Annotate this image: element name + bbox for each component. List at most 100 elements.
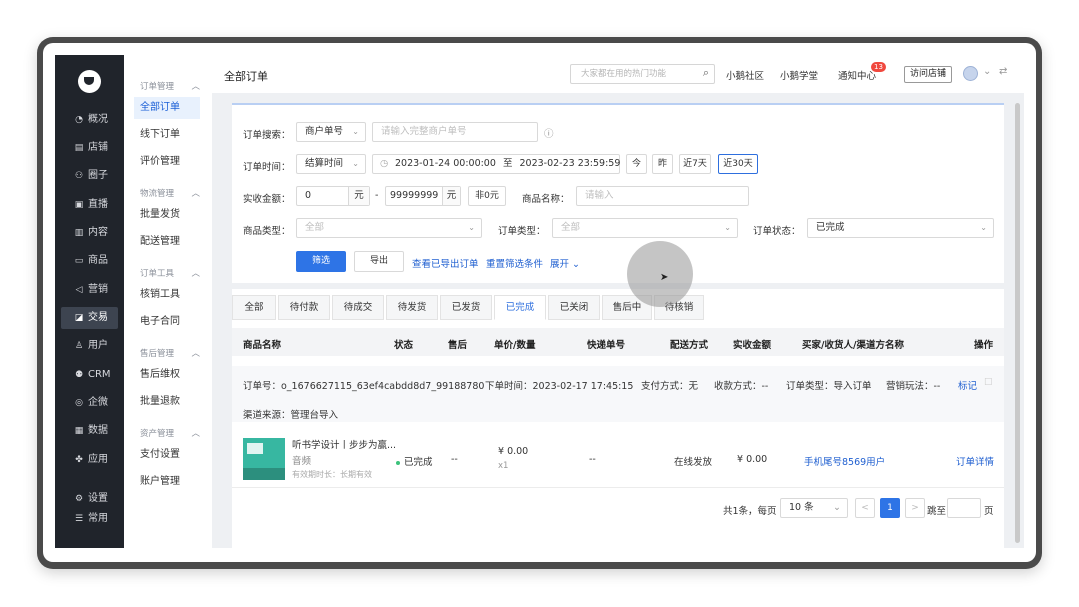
- nav-item-label: 企微: [88, 397, 108, 408]
- tab-3[interactable]: 待发货: [386, 295, 438, 320]
- subnav-item[interactable]: 批量退款: [134, 391, 200, 413]
- subnav-item[interactable]: 全部订单: [134, 97, 200, 119]
- nonzero-button[interactable]: 非0元: [468, 186, 506, 206]
- chevron-down-icon[interactable]: ⌄: [983, 66, 991, 77]
- merchant-order-input[interactable]: 请输入完整商户单号: [372, 122, 538, 142]
- page-unit-label: 页: [984, 506, 994, 517]
- page-1-button[interactable]: 1: [880, 498, 900, 518]
- subnav-item[interactable]: 评价管理: [134, 151, 200, 173]
- nav-item-circle-group[interactable]: ⚇ 圈子: [61, 165, 118, 187]
- subnav-group-title[interactable]: 资产管理 ︿: [140, 427, 200, 439]
- circle-group-icon: ⚇: [74, 171, 84, 181]
- secondary-sidebar: 订单管理 ︿ 全部订单线下订单评价管理物流管理 ︿ 批量发货配送管理订单工具 ︿ 核销工具电…: [124, 55, 213, 548]
- notification-center-link[interactable]: 通知中心: [838, 68, 876, 82]
- next-page-button[interactable]: >: [905, 498, 925, 518]
- tab-6[interactable]: 已关闭: [548, 295, 600, 320]
- order-type-select[interactable]: 全部 ⌄: [552, 218, 738, 238]
- nav-item-apps[interactable]: ✤ 应用: [61, 449, 118, 471]
- last-7-days-button[interactable]: 近7天: [679, 154, 711, 174]
- tab-2[interactable]: 待成交: [332, 295, 384, 320]
- date-range-picker[interactable]: ◷ 2023-01-24 00:00:00 至 2023-02-23 23:59…: [372, 154, 620, 174]
- community-link[interactable]: 小鹅社区: [726, 68, 764, 82]
- nav-item-trade[interactable]: ◪ 交易: [61, 307, 118, 329]
- store-icon: ▤: [74, 143, 84, 153]
- nav-item-user[interactable]: ♙ 用户: [61, 335, 118, 357]
- prev-page-button[interactable]: <: [855, 498, 875, 518]
- nav-item-live[interactable]: ▣ 直播: [61, 194, 118, 216]
- buyer-link[interactable]: 手机尾号8569用户: [804, 454, 885, 468]
- collect-method: 收款方式：--: [714, 381, 769, 392]
- nav-item-dashboard[interactable]: ◔ 概况: [61, 109, 118, 131]
- subnav-item[interactable]: 售后维权: [134, 364, 200, 386]
- avatar[interactable]: [963, 66, 978, 81]
- goods-name-input[interactable]: 请输入: [576, 186, 749, 206]
- subnav-item[interactable]: 电子合同: [134, 311, 200, 333]
- subnav-item[interactable]: 批量发货: [134, 204, 200, 226]
- visit-store-button[interactable]: 访问店铺: [904, 66, 952, 83]
- info-icon[interactable]: ⓘ: [544, 126, 554, 140]
- nav-item-label: 常用: [88, 513, 108, 524]
- subnav-item[interactable]: 支付设置: [134, 444, 200, 466]
- subnav-item[interactable]: 账户管理: [134, 471, 200, 493]
- cursor-icon: ➤: [660, 272, 669, 283]
- nav-item-frequent[interactable]: ☰ 常用: [61, 508, 118, 530]
- subnav-group-title[interactable]: 订单工具 ︿: [140, 267, 200, 279]
- last-30-days-button[interactable]: 近30天: [718, 154, 758, 174]
- page-size-select[interactable]: 10 条 ⌄: [780, 498, 848, 518]
- academy-link[interactable]: 小鹅学堂: [780, 68, 818, 82]
- subnav-group-title[interactable]: 售后管理 ︿: [140, 347, 200, 359]
- mark-checkbox[interactable]: ☐: [984, 377, 993, 388]
- nav-item-goods[interactable]: ▭ 商品: [61, 250, 118, 272]
- nav-item-content[interactable]: ▥ 内容: [61, 222, 118, 244]
- page-title: 全部订单: [224, 70, 268, 83]
- status-text: 已完成: [404, 457, 433, 468]
- order-detail-link[interactable]: 订单详情: [956, 454, 994, 468]
- filter-button[interactable]: 筛选: [296, 251, 346, 272]
- tab-1[interactable]: 待付款: [278, 295, 330, 320]
- nav-item-marketing[interactable]: ◁ 营销: [61, 279, 118, 301]
- subnav-group-title[interactable]: 物流管理 ︿: [140, 187, 200, 199]
- search-type-select[interactable]: 商户单号 ⌄: [296, 122, 366, 142]
- marketing-icon: ◁: [75, 285, 83, 295]
- app-logo: [78, 70, 101, 93]
- order-status-select[interactable]: 已完成 ⌄: [807, 218, 994, 238]
- subnav-item[interactable]: 线下订单: [134, 124, 200, 146]
- nav-item-settings[interactable]: ⚙ 设置: [61, 488, 118, 510]
- jump-page-input[interactable]: [947, 498, 981, 518]
- nav-item-wecom[interactable]: ◎ 企微: [61, 392, 118, 414]
- view-exported-link[interactable]: 查看已导出订单: [412, 256, 479, 270]
- content-icon: ▥: [74, 228, 84, 238]
- mark-link[interactable]: 标记: [958, 378, 977, 392]
- yesterday-button[interactable]: 昨: [652, 154, 673, 174]
- scrollbar[interactable]: [1015, 103, 1020, 543]
- nav-item-label: 用户: [88, 340, 108, 351]
- tab-4[interactable]: 已发货: [440, 295, 492, 320]
- wecom-icon: ◎: [75, 398, 83, 408]
- product-name[interactable]: 听书学设计丨步步为赢...: [292, 437, 396, 451]
- amount-min-input[interactable]: 0 元: [296, 186, 370, 206]
- chevron-down-icon: ⌄: [572, 259, 581, 270]
- product-thumbnail[interactable]: [243, 438, 285, 480]
- expand-link[interactable]: 展开 ⌄: [550, 256, 580, 270]
- nav-item-crm[interactable]: ⚉ CRM: [61, 364, 118, 386]
- export-button[interactable]: 导出: [354, 251, 404, 272]
- subnav-item[interactable]: 配送管理: [134, 231, 200, 253]
- subnav-group-title[interactable]: 订单管理 ︿: [140, 80, 200, 92]
- time-type-select[interactable]: 结算时间 ⌄: [296, 154, 366, 174]
- reset-filters-link[interactable]: 重置筛选条件: [486, 256, 543, 270]
- amount-max-input[interactable]: 99999999 元: [385, 186, 461, 206]
- tab-0[interactable]: 全部: [232, 295, 276, 320]
- today-button[interactable]: 今: [626, 154, 647, 174]
- goods-type-label: 商品类型：: [243, 226, 291, 237]
- swap-icon[interactable]: ⇄: [999, 66, 1007, 77]
- chevron-up-icon: ︿: [191, 349, 200, 359]
- dashboard-icon: ◔: [75, 115, 83, 125]
- nav-item-store[interactable]: ▤ 店铺: [61, 137, 118, 159]
- search-icon[interactable]: ⌕: [703, 64, 709, 82]
- global-search-input[interactable]: 大家都在用的热门功能 ⌕: [570, 64, 715, 84]
- main-content: 订单搜索： 商户单号 ⌄ 请输入完整商户单号 ⓘ 订单时间： 结算时间 ⌄ ◷ 20…: [212, 93, 1024, 548]
- goods-type-select[interactable]: 全部 ⌄: [296, 218, 482, 238]
- tab-5[interactable]: 已完成: [494, 295, 546, 320]
- subnav-item[interactable]: 核销工具: [134, 284, 200, 306]
- nav-item-data[interactable]: ▦ 数据: [61, 420, 118, 442]
